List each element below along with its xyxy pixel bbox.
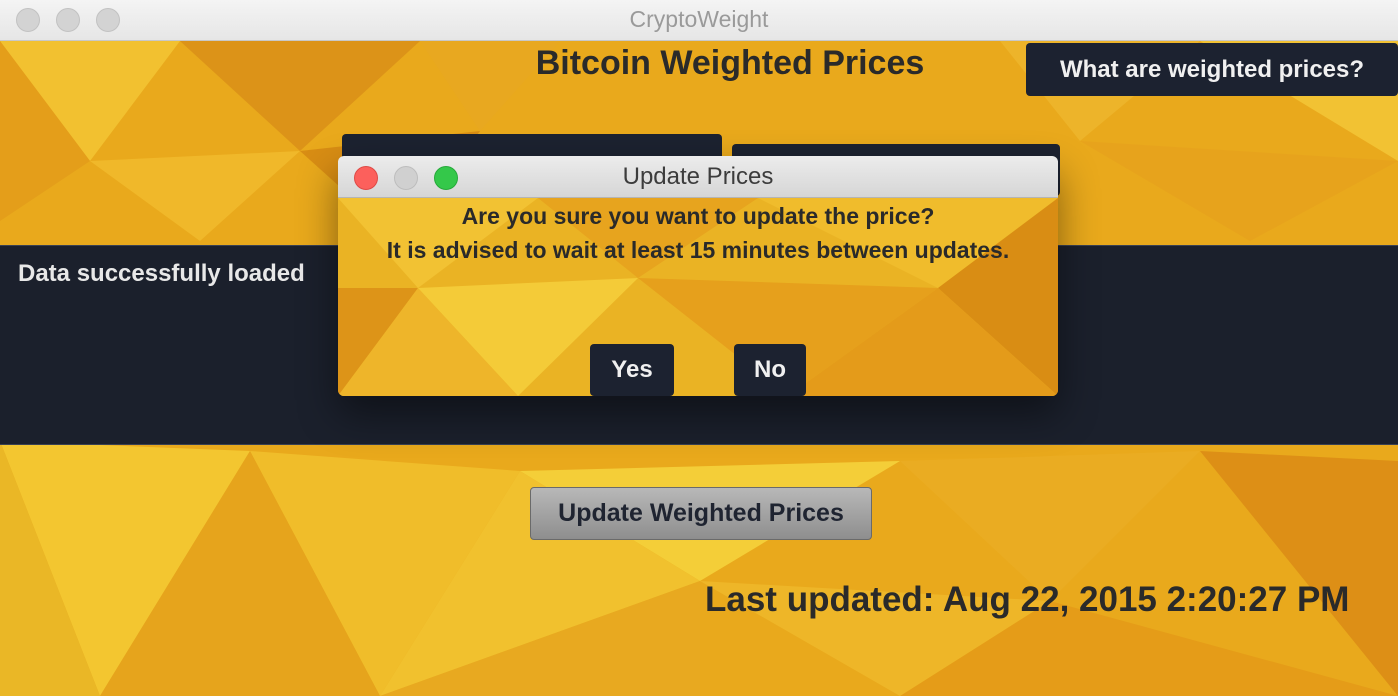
update-weighted-prices-button[interactable]: Update Weighted Prices [530,487,872,540]
dialog-question: Are you sure you want to update the pric… [461,203,935,229]
window-title: CryptoWeight [629,6,769,32]
dialog-title: Update Prices [622,163,774,190]
no-button[interactable]: No [734,344,806,396]
dialog-body: Are you sure you want to update the pric… [338,198,1058,396]
dialog-advice: It is advised to wait at least 15 minute… [386,237,1010,263]
yes-button[interactable]: Yes [590,344,674,396]
last-updated-label: Last updated: Aug 22, 2015 2:20:27 PM [705,580,1350,619]
console-message: Data successfully loaded [18,260,305,287]
update-prices-dialog: Update Prices Are you sure you want to u… [338,156,1058,396]
app-title: Bitcoin Weighted Prices [535,44,925,82]
dialog-titlebar: Update Prices [338,156,1058,198]
window-titlebar: CryptoWeight [0,0,1398,41]
weighted-prices-help-button[interactable]: What are weighted prices? [1026,43,1398,96]
